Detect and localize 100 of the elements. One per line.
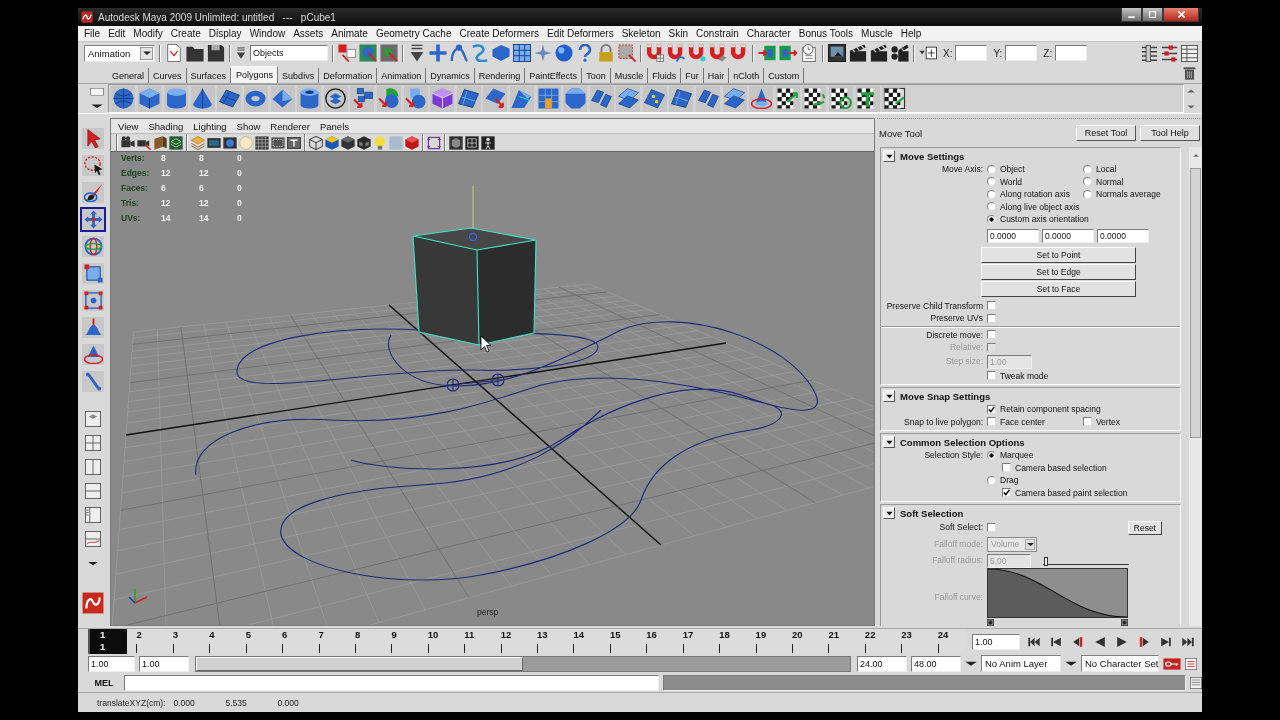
command-field[interactable]	[124, 674, 659, 691]
shelf-tab[interactable]: Muscle	[610, 68, 649, 83]
surface-icon[interactable]	[492, 44, 510, 62]
frame-lines-icon[interactable]	[465, 135, 479, 150]
panel-menu-item[interactable]: Panels	[314, 120, 354, 132]
radio-button[interactable]	[987, 164, 996, 174]
checkbox[interactable]	[987, 523, 996, 532]
menu-item[interactable]: Muscle	[857, 28, 897, 39]
tool-button[interactable]: Reset Tool	[1076, 125, 1136, 141]
circle-tiles-icon[interactable]	[325, 88, 347, 109]
isolate-frame-icon[interactable]	[427, 135, 441, 150]
clapper-icon[interactable]	[849, 44, 867, 62]
menu-item[interactable]: Geometry Cache	[371, 28, 456, 39]
preferences-icon[interactable]	[1185, 657, 1197, 670]
magnet-icon[interactable]	[730, 44, 748, 62]
history-icon[interactable]	[800, 44, 818, 62]
selection-mode-field[interactable]: Objects	[250, 45, 328, 61]
section-toggle[interactable]	[883, 150, 895, 162]
shelf-tab[interactable]: Dynamics	[426, 68, 475, 83]
range-handle[interactable]	[196, 656, 523, 671]
hierarchy-icon[interactable]	[338, 44, 356, 62]
shelf-tab[interactable]: Curves	[149, 68, 187, 83]
radio-button[interactable]	[1083, 177, 1092, 187]
set-button[interactable]: Set to Face	[981, 280, 1136, 297]
reset-button[interactable]: Reset	[1127, 520, 1162, 535]
menu-item[interactable]: Create Deformers	[455, 28, 543, 39]
tile-points-icon[interactable]	[644, 88, 666, 109]
padlock-icon[interactable]	[597, 44, 615, 62]
script-language-button[interactable]: MEL	[88, 674, 120, 691]
menu-item[interactable]: Character	[742, 28, 795, 39]
tool-button[interactable]: Tool Help	[1140, 125, 1200, 141]
grid-box-icon[interactable]	[513, 44, 531, 62]
shelf-tab[interactable]: Rendering	[474, 68, 526, 83]
radio-button[interactable]	[1083, 189, 1092, 199]
checkbox[interactable]	[1002, 488, 1011, 498]
caret-icon[interactable]	[1065, 659, 1077, 668]
caret-icon[interactable]	[88, 559, 98, 567]
figure-icon[interactable]	[481, 135, 495, 150]
shaded-cube-icon[interactable]	[325, 135, 339, 150]
scroll-down-icon[interactable]	[1187, 103, 1195, 110]
set-button[interactable]: Set to Edge	[981, 263, 1136, 280]
script-editor-icon[interactable]	[1190, 676, 1202, 689]
checker-panel-icon[interactable]	[883, 88, 905, 109]
wedge-icon[interactable]	[511, 88, 533, 109]
menu-item[interactable]: Edit Deformers	[542, 28, 618, 39]
select-box-icon[interactable]	[618, 44, 636, 62]
radio-button[interactable]	[987, 177, 996, 187]
clapper-dots-icon[interactable]	[891, 44, 909, 62]
cube-mesh[interactable]	[412, 227, 537, 346]
plane-icon[interactable]	[218, 88, 240, 109]
caret-icon[interactable]	[965, 659, 977, 668]
section-toggle[interactable]	[883, 507, 895, 519]
step-forward-icon[interactable]	[1160, 635, 1172, 648]
plane-magnet-icon[interactable]	[709, 44, 727, 62]
grid-magnet-icon[interactable]	[646, 44, 664, 62]
section-toggle[interactable]	[883, 436, 895, 448]
panel-menu-item[interactable]: Show	[231, 120, 266, 132]
wire-cube-icon[interactable]	[309, 135, 323, 150]
clapper-icon[interactable]	[870, 44, 888, 62]
torus-icon[interactable]	[245, 88, 267, 109]
menu-item[interactable]: Skin	[664, 28, 693, 39]
render-window-icon[interactable]	[828, 44, 846, 62]
shelf-tab[interactable]: General	[108, 68, 150, 83]
checkbox[interactable]	[987, 330, 996, 340]
trash-icon[interactable]	[1183, 67, 1196, 80]
number-field[interactable]: 0.0000	[987, 228, 1039, 243]
graph-layout-icon[interactable]	[85, 531, 101, 547]
mask-menu-icon[interactable]	[408, 44, 426, 62]
stacked-tiles-icon[interactable]	[724, 88, 746, 109]
menu-item[interactable]: Animate	[327, 28, 372, 39]
outliner-layout-icon[interactable]	[85, 507, 101, 523]
help-icon[interactable]	[576, 44, 594, 62]
skip-start-icon[interactable]	[1028, 635, 1040, 648]
shelf-tab[interactable]: Hair	[703, 68, 730, 83]
previous-key-icon[interactable]	[1072, 635, 1084, 648]
checker-arrow-icon[interactable]	[777, 88, 799, 109]
four-pane-icon[interactable]	[85, 435, 101, 451]
start-time-field[interactable]: 1.00	[88, 655, 135, 672]
shelf-tab[interactable]: Fur	[681, 68, 704, 83]
shelf-tab[interactable]: PaintEffects	[525, 68, 583, 83]
tile-icon[interactable]	[670, 88, 692, 109]
checker-wave-icon[interactable]	[803, 88, 825, 109]
plus-icon[interactable]	[429, 44, 447, 62]
side-by-side-panes-icon[interactable]	[85, 459, 101, 475]
number-field[interactable]: 0.0000	[1042, 228, 1094, 243]
radio-button[interactable]	[987, 475, 996, 485]
coordinate-field[interactable]	[1055, 45, 1088, 61]
step-back-icon[interactable]	[1050, 635, 1062, 648]
nurbs-curve[interactable]	[195, 321, 818, 581]
glowing-cube-icon[interactable]	[431, 88, 453, 109]
grid-tile-icon[interactable]	[538, 88, 559, 109]
current-time-field[interactable]: 1.00	[972, 633, 1020, 650]
camera-icon[interactable]	[121, 135, 135, 150]
checkbox[interactable]	[1002, 463, 1011, 473]
stacked-tiles-icon[interactable]	[617, 88, 639, 109]
gate-icon[interactable]	[271, 135, 285, 150]
radio-button[interactable]	[987, 202, 996, 212]
prism-icon[interactable]	[272, 88, 294, 109]
xray-cube-icon[interactable]	[405, 135, 419, 150]
menu-item[interactable]: Window	[245, 28, 290, 39]
